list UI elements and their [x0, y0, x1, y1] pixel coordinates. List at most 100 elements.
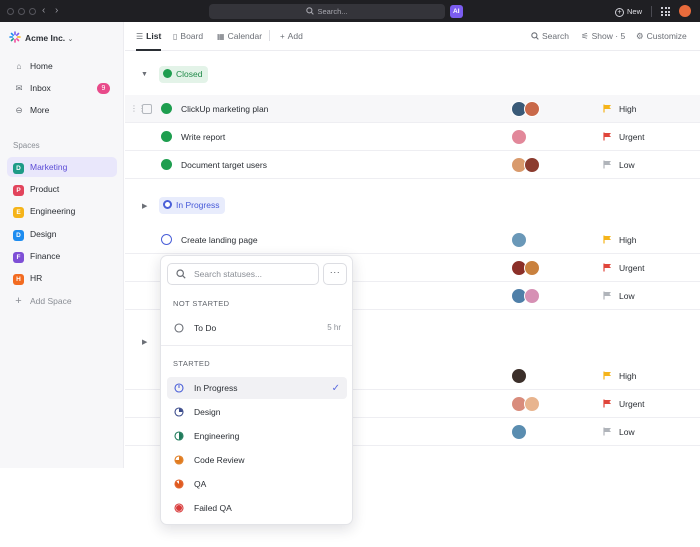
expand-arrow-icon[interactable]: ▶: [142, 202, 147, 210]
priority[interactable]: High: [603, 95, 636, 123]
sidebar-item-home[interactable]: ⌂ Home: [7, 56, 117, 76]
status-option-design[interactable]: Design: [167, 401, 347, 423]
status-done-icon[interactable]: [161, 103, 172, 114]
home-icon: ⌂: [16, 61, 22, 71]
space-label: HR: [30, 273, 43, 283]
status-option-in-progress[interactable]: In Progress ✓: [167, 377, 347, 399]
avatar: [524, 101, 540, 117]
status-option-label: Design: [194, 407, 221, 417]
search-button[interactable]: Search: [531, 22, 569, 51]
task-name[interactable]: ClickUp marketing plan: [181, 95, 268, 123]
customize-button[interactable]: ⚙ Customize: [636, 22, 687, 51]
status-option-label: Code Review: [194, 455, 245, 465]
space-item-engineering[interactable]: E Engineering: [7, 201, 117, 221]
flag-icon: [603, 399, 611, 408]
tab-board[interactable]: ▯ Board: [173, 22, 203, 51]
space-avatar: H: [13, 274, 24, 285]
sidebar-item-inbox[interactable]: ✉ Inbox 9: [7, 78, 117, 98]
priority[interactable]: Urgent: [603, 123, 645, 151]
back-arrow-icon[interactable]: ‹: [42, 5, 45, 17]
avatar: [511, 368, 527, 384]
task-name[interactable]: Write report: [181, 123, 225, 151]
avatar: [524, 260, 540, 276]
status-option-code-review[interactable]: Code Review: [167, 449, 347, 471]
task-row[interactable]: Create landing page High: [125, 226, 700, 254]
space-item-product[interactable]: P Product: [7, 179, 117, 199]
flag-icon: [603, 132, 611, 141]
priority[interactable]: Low: [603, 282, 635, 310]
flag-icon: [603, 371, 611, 380]
status-option-failed-qa[interactable]: Failed QA: [167, 497, 347, 519]
status-code-review-icon: [174, 455, 184, 465]
task-row[interactable]: Document target users Low: [125, 151, 700, 179]
flag-icon: [603, 235, 611, 244]
priority[interactable]: High: [603, 226, 636, 254]
task-name[interactable]: Document target users: [181, 151, 267, 179]
task-name[interactable]: Create landing page: [181, 226, 258, 254]
status-option-engineering[interactable]: Engineering: [167, 425, 347, 447]
sidebar-item-label: Inbox: [30, 83, 51, 93]
forward-arrow-icon[interactable]: ›: [55, 5, 58, 17]
inbox-count-badge: 9: [97, 83, 110, 94]
collapse-arrow-icon[interactable]: ▼: [141, 71, 148, 78]
status-option-label: Failed QA: [194, 503, 232, 513]
space-label: Finance: [30, 251, 61, 261]
row-checkbox[interactable]: [142, 104, 152, 114]
sidebar-item-more[interactable]: ⊖ More: [7, 100, 117, 120]
titlebar-divider: [651, 6, 652, 17]
space-avatar: D: [13, 163, 24, 174]
task-row[interactable]: Write report Urgent: [125, 123, 700, 151]
space-item-marketing[interactable]: D Marketing: [7, 157, 117, 177]
priority-label: Low: [619, 291, 635, 301]
task-row[interactable]: ⋮⋮ ClickUp marketing plan High: [125, 95, 700, 123]
check-circle-icon: [163, 69, 172, 78]
avatar: [524, 396, 540, 412]
priority[interactable]: Low: [603, 418, 635, 446]
add-space-button[interactable]: + Add Space: [7, 291, 117, 311]
status-done-icon[interactable]: [161, 159, 172, 170]
space-label: Product: [30, 184, 60, 194]
sidebar: Acme Inc. ⌄ ⌂ Home ✉ Inbox 9 ⊖ More Spaces …: [0, 22, 124, 468]
customize-label: Customize: [646, 31, 687, 41]
priority[interactable]: Urgent: [603, 254, 645, 282]
user-avatar[interactable]: [679, 5, 691, 17]
avatar: [511, 129, 527, 145]
tab-divider: [269, 22, 270, 51]
space-item-design[interactable]: D Design: [7, 224, 117, 244]
flag-icon: [603, 160, 611, 169]
space-item-finance[interactable]: F Finance: [7, 246, 117, 266]
priority[interactable]: Low: [603, 151, 635, 179]
add-view-button[interactable]: + Add: [280, 22, 303, 51]
show-icon: ⚟: [581, 31, 589, 41]
show-button[interactable]: ⚟ Show · 5: [581, 22, 625, 51]
add-space-label: Add Space: [30, 296, 72, 306]
window-minimize-dot[interactable]: [18, 8, 25, 15]
status-search-placeholder: Search statuses...: [194, 269, 263, 279]
status-qa-icon: [174, 479, 184, 489]
space-item-hr[interactable]: H HR: [7, 268, 117, 288]
new-button[interactable]: + New: [615, 4, 642, 19]
tab-list[interactable]: ☰ List: [136, 22, 162, 51]
workspace-switcher[interactable]: Acme Inc. ⌄: [9, 31, 73, 46]
ai-button[interactable]: AI: [450, 5, 463, 18]
status-in-progress-icon[interactable]: [161, 234, 172, 245]
priority-label: Urgent: [619, 132, 645, 142]
more-options-button[interactable]: ···: [323, 263, 347, 285]
status-search-input[interactable]: Search statuses...: [167, 263, 319, 285]
new-button-label: New: [627, 7, 643, 16]
space-label: Marketing: [30, 162, 68, 172]
tab-calendar[interactable]: ▦ Calendar: [217, 22, 262, 51]
window-zoom-dot[interactable]: [29, 8, 36, 15]
sidebar-item-label: Home: [30, 61, 53, 71]
status-option-qa[interactable]: QA: [167, 473, 347, 495]
priority[interactable]: High: [603, 362, 636, 390]
status-done-icon[interactable]: [161, 131, 172, 142]
priority[interactable]: Urgent: [603, 390, 645, 418]
flag-icon: [603, 427, 611, 436]
apps-grid-icon[interactable]: [661, 7, 670, 16]
status-option-to-do[interactable]: To Do 5 hr: [167, 317, 347, 339]
expand-arrow-icon[interactable]: ▶: [142, 338, 147, 346]
avatar: [524, 288, 540, 304]
window-close-dot[interactable]: [7, 8, 14, 15]
global-search-bar[interactable]: Search...: [209, 4, 445, 19]
